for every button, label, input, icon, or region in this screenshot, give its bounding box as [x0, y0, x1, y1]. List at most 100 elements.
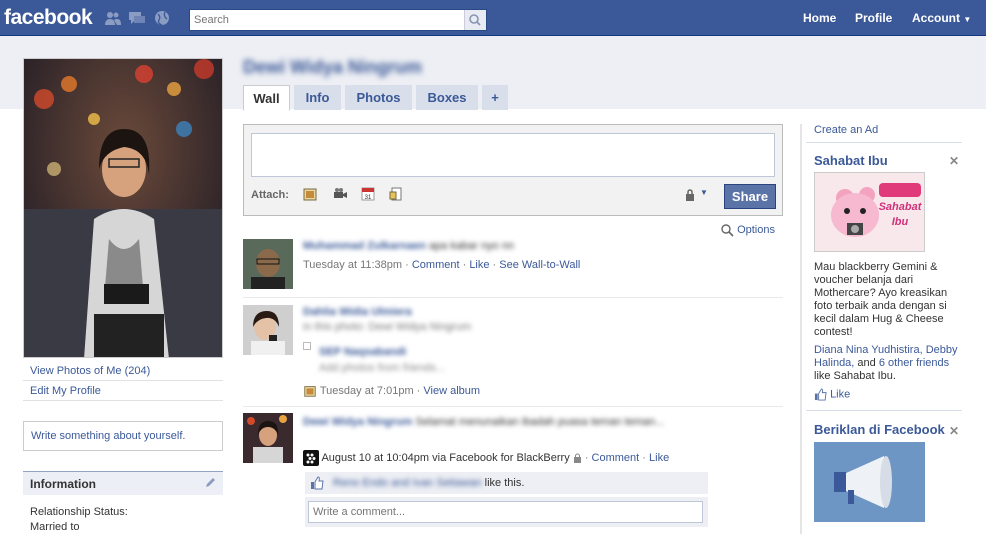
story-author[interactable]: Dewi Widya Ningrum	[303, 416, 412, 428]
story-author[interactable]: Dahlia Widia Ulmiera	[303, 306, 412, 318]
status-input[interactable]	[251, 133, 775, 177]
profile-photo	[24, 59, 222, 357]
attach-label: Attach:	[251, 189, 289, 201]
comment-link[interactable]: Comment	[412, 259, 460, 271]
ad-title[interactable]: Sahabat Ibu	[814, 153, 888, 168]
story-timestamp: August 10 at 10:04pm via Facebook for Bl…	[321, 451, 570, 464]
likes-suffix: like this.	[484, 477, 525, 489]
story-meta: August 10 at 10:04pm via Facebook for Bl…	[303, 450, 669, 466]
chevron-down-icon: ▼	[963, 15, 972, 24]
like-link[interactable]: Like	[649, 452, 669, 464]
tab-wall[interactable]: Wall	[243, 85, 290, 111]
privacy-lock-icon[interactable]	[684, 188, 696, 202]
edit-profile-link[interactable]: Edit My Profile	[23, 382, 223, 401]
story-avatar[interactable]	[243, 305, 293, 355]
wall-to-wall-link[interactable]: See Wall-to-Wall	[499, 259, 580, 271]
thumbs-up-icon	[814, 388, 827, 401]
comment-input[interactable]	[308, 501, 703, 523]
information-header: Information	[23, 471, 223, 495]
ad-social-tail: like Sahabat Ibu.	[814, 370, 896, 382]
story-text: apa kabar nyo nn	[428, 240, 514, 252]
lock-icon	[573, 453, 581, 463]
write-about-yourself-box[interactable]: Write something about yourself.	[23, 421, 223, 451]
divider	[806, 142, 962, 143]
ad-social-and: and	[854, 357, 879, 369]
ad-title[interactable]: Beriklan di Facebook	[814, 422, 945, 437]
nav-home[interactable]: Home	[793, 0, 846, 36]
relationship-status-value: Married to	[30, 521, 80, 533]
tab-info[interactable]: Info	[294, 85, 341, 110]
nav-profile[interactable]: Profile	[845, 0, 902, 36]
close-icon[interactable]: ✕	[949, 424, 959, 438]
ad-social-context: Diana Nina Yudhistira, Debby Halinda, an…	[814, 344, 959, 383]
teddy-bear-image: Sahabat Ibu	[815, 173, 924, 251]
divider	[806, 410, 962, 411]
nav-account[interactable]: Account ▼	[902, 0, 981, 36]
story-timestamp: Tuesday at 7:01pm ·	[319, 384, 421, 397]
avatar-image	[243, 239, 293, 289]
story-author[interactable]: Muhammad Zulkarnaen	[303, 240, 426, 252]
comment-box	[305, 497, 708, 527]
svg-text:Ibu: Ibu	[892, 216, 909, 228]
like-link[interactable]: Like	[469, 259, 489, 271]
wall-composer: Attach: 31 ▼ Share	[243, 124, 783, 216]
link-attach-icon[interactable]	[388, 186, 404, 202]
notifications-globe-icon[interactable]	[153, 10, 171, 26]
ad-like-label: Like	[830, 388, 851, 401]
close-icon[interactable]: ✕	[949, 154, 959, 168]
profile-name: Dewi Widya Ningrum	[243, 57, 422, 77]
ad-image[interactable]	[814, 442, 925, 522]
relationship-status-label: Relationship Status:	[30, 506, 128, 518]
video-attach-icon[interactable]	[332, 186, 348, 202]
story-timestamp: Tuesday at 11:38pm ·	[303, 259, 409, 271]
story-meta: Tuesday at 11:38pm · Comment · Like · Se…	[303, 259, 581, 271]
view-photos-link[interactable]: View Photos of Me (204)	[23, 362, 223, 381]
story-text: Selamat menunaikan ibadah puasa teman te…	[415, 416, 665, 428]
tab-boxes[interactable]: Boxes	[416, 85, 478, 110]
view-album-link[interactable]: View album	[423, 385, 480, 397]
comment-link[interactable]: Comment	[592, 452, 640, 464]
search-input[interactable]	[190, 10, 460, 30]
svg-text:31: 31	[365, 195, 372, 201]
magnifier-icon	[469, 14, 481, 26]
messages-icon[interactable]	[128, 10, 146, 26]
top-bar: facebook Home Profile Account ▼	[0, 0, 986, 36]
story-subtitle: in this photo: Dewi Widya Ningrum	[303, 321, 472, 333]
ad-body: Mau blackberry Gemini & voucher belanja …	[814, 261, 948, 338]
ad-other-friends-link[interactable]: 6 other friends	[879, 357, 949, 369]
story-avatar[interactable]	[243, 413, 293, 463]
svg-text:Sahabat: Sahabat	[879, 201, 923, 213]
avatar-image	[243, 413, 293, 463]
story-meta: Tuesday at 7:01pm · View album	[303, 384, 480, 398]
privacy-dropdown-icon[interactable]: ▼	[700, 188, 708, 197]
add-tab-button[interactable]: +	[482, 85, 508, 110]
blackberry-icon	[303, 450, 319, 466]
profile-picture[interactable]	[23, 58, 223, 358]
likes-bar: Reno Endo and Ivan Setiawan like this.	[305, 472, 708, 494]
photo-attach-icon[interactable]	[302, 186, 318, 202]
thumbs-up-icon	[311, 476, 324, 490]
create-ad-link[interactable]: Create an Ad	[814, 124, 878, 136]
avatar-image	[243, 305, 293, 355]
search-box	[189, 9, 487, 31]
ad-like-button[interactable]: Like	[814, 388, 850, 401]
ad-image[interactable]: Sahabat Ibu	[814, 172, 925, 252]
nav-account-label: Account	[912, 11, 960, 25]
album-name[interactable]: SEP Naqsabandi	[319, 346, 406, 358]
photo-icon	[304, 386, 316, 397]
friend-requests-icon[interactable]	[104, 10, 122, 26]
search-button[interactable]	[464, 10, 486, 30]
checkbox-icon	[303, 342, 311, 350]
facebook-logo[interactable]: facebook	[4, 6, 93, 30]
tab-photos[interactable]: Photos	[345, 85, 412, 110]
wall-story: Dahlia Widia Ulmiera in this photo: Dewi…	[243, 297, 783, 405]
story-avatar[interactable]	[243, 239, 293, 289]
likers-names[interactable]: Reno Endo and Ivan Setiawan	[333, 477, 482, 489]
album-subtitle: Add photos from friends...	[319, 362, 445, 374]
share-button[interactable]: Share	[724, 184, 776, 209]
information-title: Information	[30, 477, 96, 491]
event-attach-icon[interactable]: 31	[360, 186, 376, 202]
column-divider	[800, 124, 802, 534]
pencil-icon[interactable]	[204, 477, 216, 489]
megaphone-image	[814, 442, 925, 522]
